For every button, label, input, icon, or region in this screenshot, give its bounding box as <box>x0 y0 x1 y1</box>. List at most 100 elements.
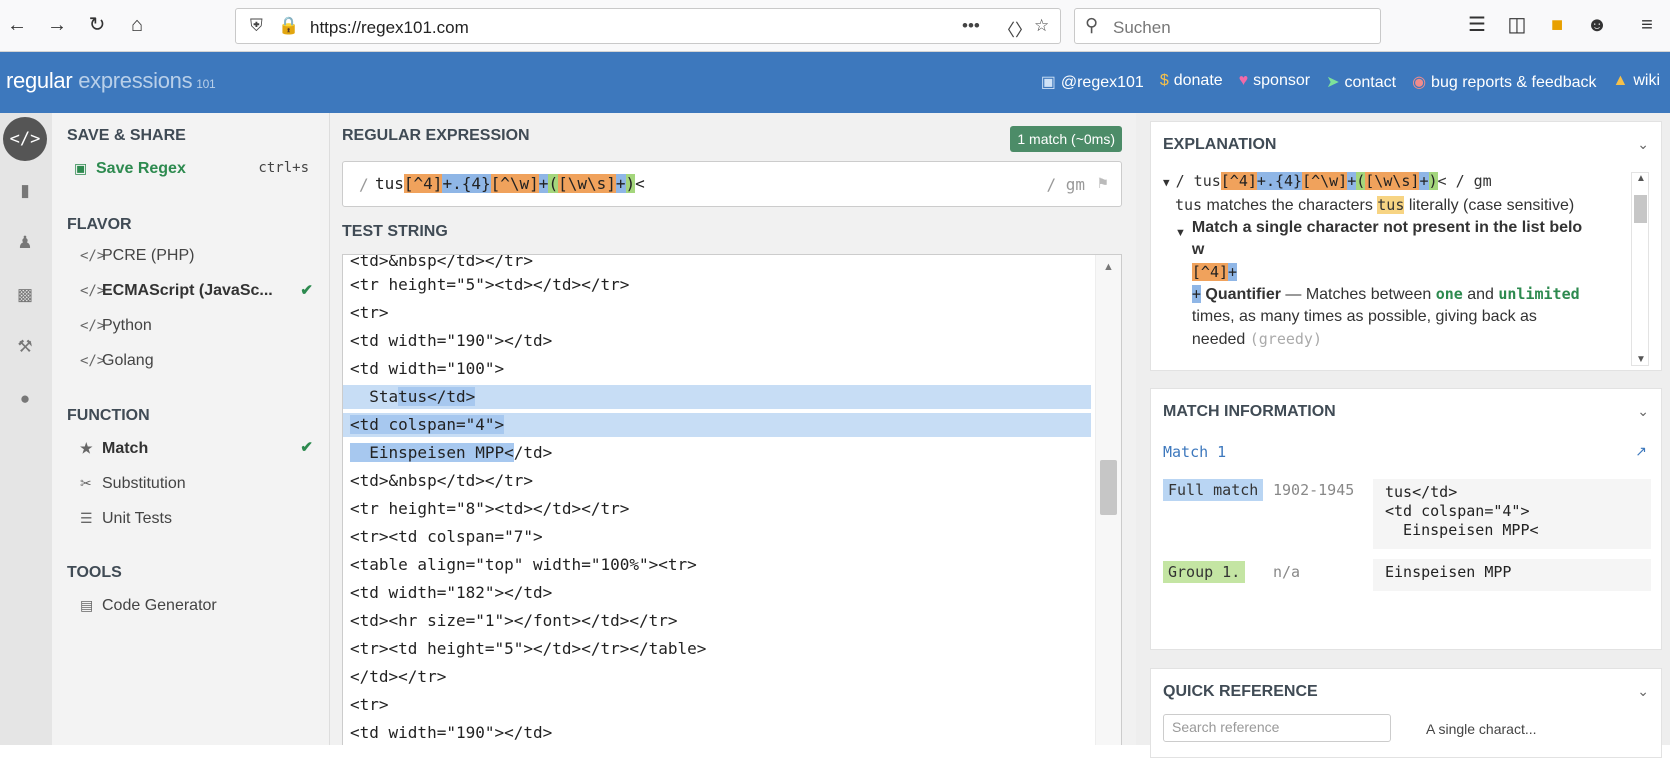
tool-code-generator[interactable]: ▤ Code Generator <box>80 590 325 620</box>
flavor-pcre[interactable]: </>PCRE (PHP) <box>80 241 325 271</box>
regex-token: [^4] <box>403 174 443 193</box>
regex-token: {4} <box>461 174 491 193</box>
regex-token: [^\w] <box>490 174 539 193</box>
chevron-up-icon[interactable]: ▲ <box>1636 173 1646 184</box>
sidebar-icon[interactable]: ◫ <box>1504 12 1530 38</box>
url-bar[interactable]: ⛨ 🔒 https://regex101.com ••• 〈〉 ☆ <box>235 8 1061 44</box>
flavor-python[interactable]: </>Python <box>80 311 325 341</box>
save-share-heading: SAVE & SHARE <box>67 127 186 144</box>
regex-token: + <box>615 174 626 193</box>
header-links: ▣ @regex101 $ donate ♥ sponsor ➤ contact ◉ bu… <box>1041 72 1660 92</box>
chat-icon[interactable]: ● <box>3 377 47 421</box>
user-icon[interactable]: ♟ <box>3 221 47 265</box>
library-icon[interactable]: ☰ <box>1464 12 1490 38</box>
test-text: /td> <box>513 443 553 462</box>
share-icon[interactable]: ↗ <box>1635 443 1647 460</box>
quick-ref-search-input[interactable]: Search reference <box>1163 714 1391 742</box>
explanation-card: EXPLANATION ⌄ ▼ / tus[^4]+.{4}[^\w]+([\w\… <box>1150 121 1662 371</box>
extension-icon[interactable]: ■ <box>1544 12 1570 38</box>
regex-heading: REGULAR EXPRESSION <box>342 127 530 144</box>
search-input[interactable]: ⚲ Suchen <box>1074 8 1381 44</box>
test-line: <tr height="8"><td></td></tr> <box>350 499 630 518</box>
function-unit-tests[interactable]: ☰ Unit Tests <box>80 503 325 533</box>
logo-expressions: expressions <box>72 68 193 93</box>
account-icon[interactable]: ☻ <box>1584 12 1610 38</box>
wrench-icon[interactable]: ⚒ <box>3 325 47 369</box>
quick-ref-item[interactable]: A single charact... <box>1426 721 1537 737</box>
test-line: <tr> <box>350 695 389 714</box>
item-plus: + <box>1228 263 1238 281</box>
chevron-down-icon[interactable]: ⌄ <box>1637 136 1649 153</box>
literal-desc: matches the characters <box>1202 197 1378 214</box>
bug-icon: ◉ <box>1412 74 1427 91</box>
test-string-input[interactable]: <td>&nbsp</td></tr> <tr height="5"><td><… <box>342 254 1122 745</box>
chevron-down-icon[interactable]: ⌄ <box>1637 403 1649 420</box>
scroll-thumb[interactable] <box>1634 195 1647 223</box>
chevron-down-icon[interactable]: ⌄ <box>1637 683 1649 700</box>
link-label: contact <box>1344 74 1397 91</box>
match-highlight: Einspeisen MPP< <box>350 443 514 462</box>
test-scrollbar[interactable]: ▲ <box>1095 255 1121 745</box>
donate-link[interactable]: $ donate <box>1160 72 1223 92</box>
explanation-scrollbar[interactable]: ▲ ▼ <box>1631 172 1649 366</box>
link-label: wiki <box>1633 72 1660 89</box>
quant-desc: and <box>1462 286 1494 303</box>
explanation-heading: EXPLANATION <box>1163 136 1277 153</box>
regex-expression: tus[^4]+.{4}[^\w]+([\w\s]+)< <box>375 174 645 193</box>
explanation-body: ▼ / tus[^4]+.{4}[^\w]+([\w\s]+)< / gm tus… <box>1163 170 1618 366</box>
flavor-ecmascript[interactable]: </>ECMAScript (JavaSc... ✔ <box>80 276 325 306</box>
bug-reports-link[interactable]: ◉ bug reports & feedback <box>1412 72 1596 92</box>
test-line: <td><hr size="1"></font></td></tr> <box>350 611 678 630</box>
menu-icon[interactable]: ≡ <box>1634 12 1660 38</box>
regex-flags[interactable]: / gm <box>1046 175 1085 194</box>
list-icon: ☰ <box>80 510 93 526</box>
code-icon[interactable]: </> <box>3 117 47 161</box>
bank-icon: ▲ <box>1612 72 1629 89</box>
flavor-golang[interactable]: </>Golang <box>80 346 325 376</box>
quant-title: Quantifier <box>1205 286 1281 303</box>
reload-icon[interactable]: ↻ <box>84 12 110 38</box>
wiki-link[interactable]: ▲ wiki <box>1612 72 1660 92</box>
right-panel: EXPLANATION ⌄ ▼ / tus[^4]+.{4}[^\w]+([\w\… <box>1136 113 1670 758</box>
regex-delimiter: / <box>359 175 369 194</box>
test-line: <td width="190"></td> <box>350 331 553 350</box>
back-icon[interactable]: ← <box>4 12 30 38</box>
site-logo[interactable]: regular expressions 101 <box>6 68 216 94</box>
home-icon[interactable]: ⌂ <box>124 12 150 38</box>
function-match[interactable]: ★ Match ✔ <box>80 433 325 463</box>
test-line: <tr><td height="5"></td></tr></table> <box>350 639 707 658</box>
save-regex-button[interactable]: ▣ Save Regex ctrl+s <box>74 153 319 183</box>
regex-token: tus <box>375 174 404 193</box>
regex-input[interactable]: / tus[^4]+.{4}[^\w]+([\w\s]+)< / gm ⚑ <box>342 161 1122 207</box>
caret-down-icon[interactable]: ▼ <box>1175 222 1186 351</box>
sponsor-link[interactable]: ♥ sponsor <box>1239 72 1310 92</box>
test-line: <tr height="5"><td></td></tr> <box>350 275 630 294</box>
test-line: <tr> <box>350 303 389 322</box>
chevron-up-icon[interactable]: ▲ <box>1103 261 1114 273</box>
code-icon: </> <box>80 353 106 369</box>
literal-desc2: literally (case sensitive) <box>1404 197 1575 214</box>
forward-icon[interactable]: → <box>44 12 70 38</box>
link-label: bug reports & feedback <box>1431 74 1597 91</box>
star-icon[interactable]: ☆ <box>1034 16 1049 36</box>
gamepad-icon[interactable]: ▩ <box>3 273 47 317</box>
icon-rail: </> ▮ ♟ ▩ ⚒ ● <box>0 113 52 745</box>
twitter-link[interactable]: ▣ @regex101 <box>1041 72 1144 92</box>
regex-token: + <box>1347 172 1357 190</box>
scroll-thumb[interactable] <box>1100 460 1117 515</box>
contact-link[interactable]: ➤ contact <box>1326 72 1396 92</box>
chevron-down-icon[interactable]: ▼ <box>1636 354 1646 365</box>
code-icon: </> <box>80 248 106 264</box>
link-label: sponsor <box>1253 72 1311 89</box>
caret-down-icon[interactable]: ▼ <box>1163 176 1170 189</box>
quant-keyword: unlimited <box>1498 285 1580 303</box>
book-icon[interactable]: ▮ <box>3 169 47 213</box>
pocket-icon[interactable]: 〈〉 <box>998 16 1032 41</box>
more-icon[interactable]: ••• <box>962 16 980 36</box>
regex-token: . <box>452 174 462 193</box>
regex-token: [^\w] <box>1302 172 1348 190</box>
function-substitution[interactable]: ✂ Substitution <box>80 468 325 498</box>
flag-icon[interactable]: ⚑ <box>1096 175 1109 192</box>
group-label: Group 1. <box>1163 561 1246 583</box>
code-icon: </> <box>80 283 106 299</box>
